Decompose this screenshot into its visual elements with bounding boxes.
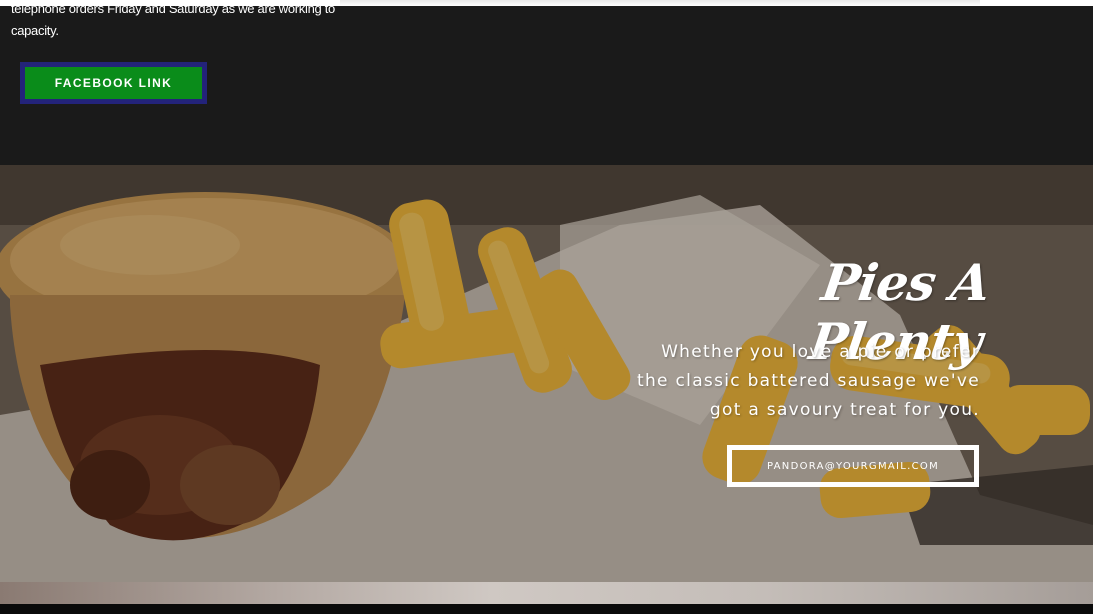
- next-section-image-edge: [0, 582, 1093, 604]
- hero-description-line-3: got a savoury treat for you.: [709, 400, 980, 420]
- hero-description: Whether you love a pie or prefer the cla…: [600, 338, 980, 425]
- info-text-line-2: capacity.: [11, 23, 59, 38]
- hero-section: Pies A Plenty Whether you love a pie or …: [0, 165, 1093, 582]
- info-text: telephone orders Friday and Saturday as …: [11, 0, 356, 42]
- info-text-line-1: telephone orders Friday and Saturday as …: [11, 1, 335, 16]
- bottom-dark-bar: [0, 604, 1093, 614]
- facebook-button-focus-ring: FACEBOOK LINK: [20, 62, 207, 104]
- facebook-link-button[interactable]: FACEBOOK LINK: [25, 67, 202, 99]
- info-section: telephone orders Friday and Saturday as …: [0, 1, 1093, 165]
- hero-description-line-2: the classic battered sausage we've: [637, 371, 980, 391]
- hero-description-line-1: Whether you love a pie or prefer: [661, 342, 980, 362]
- page: telephone orders Friday and Saturday as …: [0, 0, 1093, 614]
- email-contact-button[interactable]: PANDORA@YOURGMAIL.COM: [727, 445, 979, 487]
